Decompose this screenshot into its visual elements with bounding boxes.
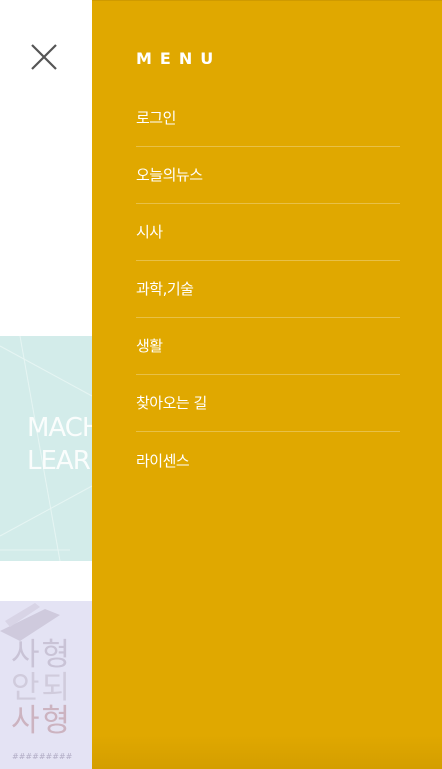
card-title: 사형 안되 사형 [11, 639, 72, 738]
menu-item-label: 생활 [136, 337, 163, 355]
article-card-death-penalty[interactable]: 사형 안되 사형 ######### [0, 601, 92, 769]
menu-item-life[interactable]: 생활 [136, 318, 400, 375]
menu-item-science-tech[interactable]: 과학,기술 [136, 261, 400, 318]
menu-item-license[interactable]: 라이센스 [136, 432, 400, 489]
menu-item-login[interactable]: 로그인 [136, 90, 400, 147]
close-icon [31, 44, 57, 70]
article-card-machine-learning[interactable]: MACH LEARN [0, 336, 92, 561]
menu-list: 로그인 오늘의뉴스 시사 과학,기술 생활 찾아오는 길 라이센스 [136, 90, 400, 489]
card-title-line-1: MACH [27, 413, 92, 443]
menu-item-label: 로그인 [136, 109, 176, 127]
menu-item-current-affairs[interactable]: 시사 [136, 204, 400, 261]
side-menu-panel: MENU 로그인 오늘의뉴스 시사 과학,기술 생활 찾아오는 길 라이센스 [92, 0, 442, 769]
card-footnote: ######### [12, 752, 73, 761]
card-title: MACH LEARN [27, 412, 92, 478]
card-title-line-1: 사형 [11, 637, 73, 673]
menu-item-directions[interactable]: 찾아오는 길 [136, 375, 400, 432]
menu-title: MENU [136, 49, 222, 68]
menu-item-label: 라이센스 [136, 451, 190, 470]
menu-item-label: 찾아오는 길 [136, 394, 207, 412]
card-title-line-2: 안되 [11, 670, 73, 706]
card-title-line-2: LEARN [27, 446, 92, 476]
panel-top-edge [92, 0, 442, 1]
menu-item-todays-news[interactable]: 오늘의뉴스 [136, 147, 400, 204]
card-title-line-3: 사형 [11, 703, 73, 739]
panel-bottom-shade [92, 735, 442, 769]
close-button[interactable] [24, 37, 64, 77]
menu-item-label: 과학,기술 [136, 280, 194, 298]
menu-item-label: 오늘의뉴스 [136, 166, 203, 184]
menu-item-label: 시사 [136, 223, 163, 241]
